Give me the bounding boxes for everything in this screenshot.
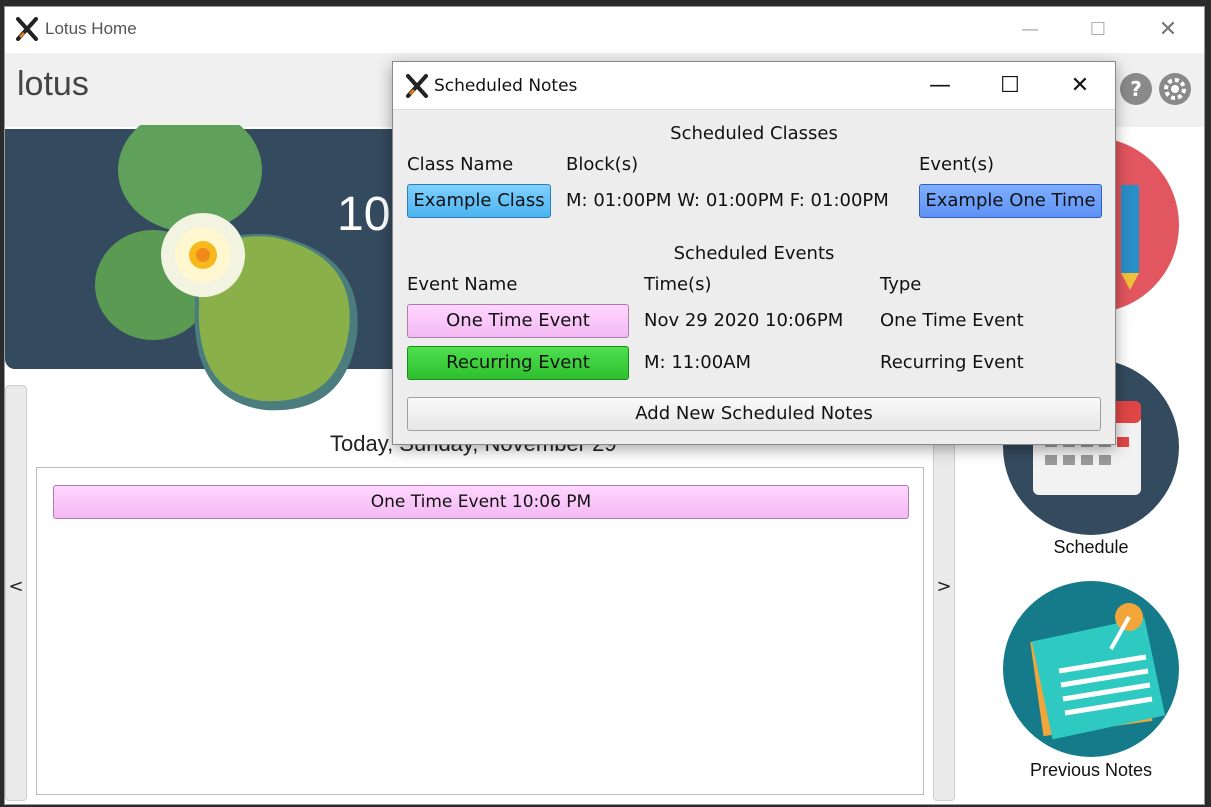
next-day-button[interactable]: > — [933, 385, 955, 801]
close-icon[interactable]: ✕ — [1153, 15, 1183, 45]
col-header-event-name: Event Name — [407, 274, 518, 295]
sidebar-label-schedule[interactable]: Schedule — [991, 537, 1191, 558]
dialog-minimize-icon[interactable]: — — [920, 71, 960, 101]
main-titlebar[interactable]: Lotus Home — ☐ ✕ — [5, 7, 1204, 53]
recurring-event-button[interactable]: Recurring Event — [407, 346, 629, 380]
main-window-title: Lotus Home — [45, 19, 137, 38]
sidebar-label-previous-notes[interactable]: Previous Notes — [991, 760, 1191, 781]
x-app-icon — [406, 74, 428, 98]
x-app-icon — [16, 17, 38, 41]
col-header-times: Time(s) — [644, 274, 712, 295]
previous-notes-icon[interactable] — [1001, 579, 1181, 759]
col-header-events: Event(s) — [919, 154, 994, 175]
events-section-title: Scheduled Events — [673, 243, 835, 264]
dialog-maximize-icon[interactable]: ☐ — [990, 71, 1030, 101]
prev-arrow-icon: < — [8, 576, 24, 597]
gear-icon[interactable] — [1159, 73, 1191, 105]
today-event-list: One Time Event 10:06 PM — [36, 467, 924, 795]
class-event-button[interactable]: Example One Time — [919, 184, 1102, 218]
dialog-titlebar[interactable]: Scheduled Notes — ☐ ✕ — [393, 62, 1115, 110]
brand-logo: lotus — [17, 65, 89, 103]
lily-pad-illustration — [95, 125, 358, 411]
event-type: Recurring Event — [880, 352, 1024, 373]
dialog-close-icon[interactable]: ✕ — [1060, 71, 1100, 101]
col-header-class-name: Class Name — [407, 154, 514, 175]
add-scheduled-notes-button[interactable]: Add New Scheduled Notes — [407, 397, 1101, 431]
class-blocks: M: 01:00PM W: 01:00PM F: 01:00PM — [566, 190, 889, 211]
today-event-item[interactable]: One Time Event 10:06 PM — [53, 485, 909, 519]
next-arrow-icon: > — [936, 576, 952, 597]
event-type: One Time Event — [880, 310, 1024, 331]
help-icon[interactable]: ? — [1120, 73, 1152, 105]
col-header-type: Type — [880, 274, 922, 295]
one-time-event-button[interactable]: One Time Event — [407, 304, 629, 338]
minimize-icon[interactable]: — — [1015, 15, 1045, 45]
col-header-blocks: Block(s) — [566, 154, 639, 175]
classes-section-title: Scheduled Classes — [670, 123, 838, 144]
dialog-title: Scheduled Notes — [434, 76, 578, 96]
scheduled-notes-dialog: Scheduled Notes — ☐ ✕ Scheduled Classes … — [392, 61, 1116, 445]
class-button[interactable]: Example Class — [407, 184, 551, 218]
maximize-icon[interactable]: ☐ — [1083, 15, 1113, 45]
prev-day-button[interactable]: < — [5, 385, 27, 801]
event-time: M: 11:00AM — [644, 352, 752, 373]
event-time: Nov 29 2020 10:06PM — [644, 310, 844, 331]
